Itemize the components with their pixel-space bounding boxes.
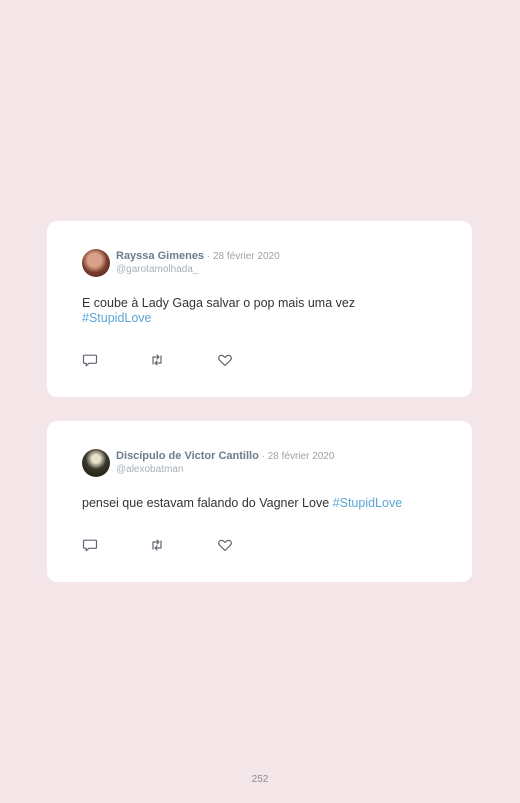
- hashtag-link[interactable]: #StupidLove: [333, 496, 403, 510]
- tweet-body: E coube à Lady Gaga salvar o pop mais um…: [82, 296, 356, 310]
- author-name[interactable]: Discípulo de Victor Cantillo: [116, 450, 259, 462]
- tweet-header: Rayssa Gimenes · 28 février 2020 @garota…: [116, 250, 280, 276]
- tweet-text: pensei que estavam falando do Vagner Lov…: [82, 496, 442, 511]
- reply-icon[interactable]: [82, 352, 98, 368]
- hashtag-link[interactable]: #StupidLove: [82, 311, 152, 325]
- author-handle[interactable]: @garotamolhada_: [116, 263, 280, 276]
- tweet-card: Discípulo de Victor Cantillo · 28 févrie…: [47, 421, 472, 582]
- tweet-body: pensei que estavam falando do Vagner Lov…: [82, 496, 333, 510]
- retweet-icon[interactable]: [149, 537, 165, 553]
- avatar[interactable]: [82, 449, 110, 477]
- avatar[interactable]: [82, 249, 110, 277]
- retweet-icon[interactable]: [149, 352, 165, 368]
- tweet-header: Discípulo de Victor Cantillo · 28 févrie…: [116, 450, 334, 476]
- tweet-date[interactable]: · 28 février 2020: [259, 451, 335, 462]
- tweet-date[interactable]: · 28 février 2020: [204, 251, 280, 262]
- tweet-card: Rayssa Gimenes · 28 février 2020 @garota…: [47, 221, 472, 397]
- heart-icon[interactable]: [217, 537, 233, 553]
- tweet-text: E coube à Lady Gaga salvar o pop mais um…: [82, 296, 442, 326]
- heart-icon[interactable]: [217, 352, 233, 368]
- author-handle[interactable]: @alexobatman: [116, 463, 334, 476]
- author-name[interactable]: Rayssa Gimenes: [116, 250, 204, 262]
- page-number: 252: [251, 774, 269, 785]
- reply-icon[interactable]: [82, 537, 98, 553]
